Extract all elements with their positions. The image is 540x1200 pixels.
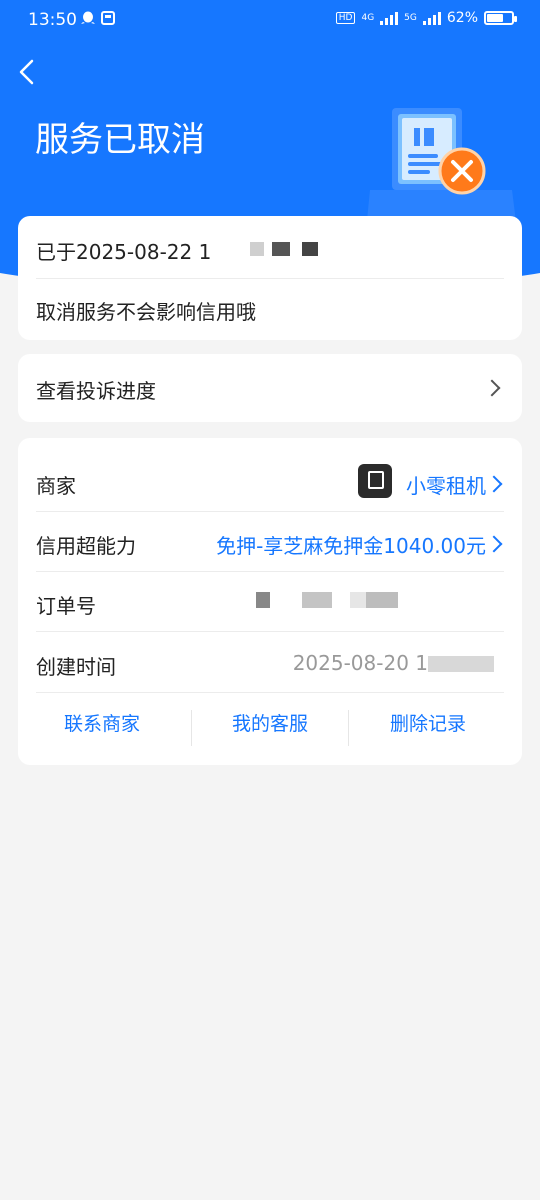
divider — [36, 278, 504, 279]
contact-merchant-button[interactable]: 联系商家 — [18, 704, 186, 744]
divider — [36, 511, 504, 512]
net-label-5g: 5G — [404, 13, 417, 23]
merchant-name-link[interactable]: 小零租机 — [406, 470, 486, 499]
status-right: HD 4G 5G 62% — [335, 10, 517, 26]
my-service-button[interactable]: 我的客服 — [186, 704, 354, 744]
chevron-right-icon — [485, 535, 503, 553]
order-info-card: 商家 小零租机 信用超能力 免押-享芝麻免押金1040.00元 订单号 创建时间… — [18, 438, 522, 765]
redacted-block — [302, 242, 318, 256]
status-card: 已于2025-08-22 1 取消服务不会影响信用哦 — [18, 216, 522, 340]
page-title: 服务已取消 — [35, 120, 205, 160]
battery-icon — [484, 11, 517, 25]
qq-icon — [80, 11, 95, 26]
signal-icon — [380, 11, 399, 25]
signal-icon-2 — [422, 11, 441, 25]
cancel-note: 取消服务不会影响信用哦 — [36, 300, 256, 324]
redacted-block — [428, 656, 494, 672]
status-bar: 13:50 HD 4G 5G 62% — [0, 0, 540, 40]
credit-label: 信用超能力 — [36, 534, 136, 558]
cancelled-document-icon — [366, 108, 517, 230]
back-button[interactable] — [16, 58, 42, 86]
status-time: 13:50 — [28, 10, 77, 30]
divider — [36, 571, 504, 572]
chevron-right-icon — [485, 475, 503, 493]
redacted-block — [250, 242, 264, 256]
battery-percent: 62% — [446, 10, 478, 26]
merchant-label: 商家 — [36, 474, 76, 498]
action-row: 联系商家 我的客服 删除记录 — [18, 704, 522, 752]
app-notification-icon — [100, 11, 115, 26]
net-label-4g: 4G — [361, 13, 375, 23]
delete-record-button[interactable]: 删除记录 — [344, 704, 512, 744]
divider — [36, 631, 504, 632]
hd-badge: HD — [335, 12, 356, 24]
complaint-progress-row[interactable]: 查看投诉进度 — [18, 354, 522, 422]
credit-value-link[interactable]: 免押-享芝麻免押金1040.00元 — [216, 530, 486, 559]
order-number-label: 订单号 — [36, 594, 96, 618]
merchant-logo — [358, 464, 392, 498]
redacted-block — [272, 242, 290, 256]
created-time-label: 创建时间 — [36, 655, 116, 679]
complaint-label: 查看投诉进度 — [36, 379, 156, 403]
cancel-time-value: 已于2025-08-22 1 — [36, 240, 212, 264]
divider — [36, 692, 504, 693]
cancel-time-text: 已于2025-08-22 1 — [36, 236, 318, 265]
chevron-left-icon — [19, 59, 34, 85]
created-time-value: 2025-08-20 1 — [292, 651, 428, 675]
chevron-right-icon — [483, 379, 501, 397]
